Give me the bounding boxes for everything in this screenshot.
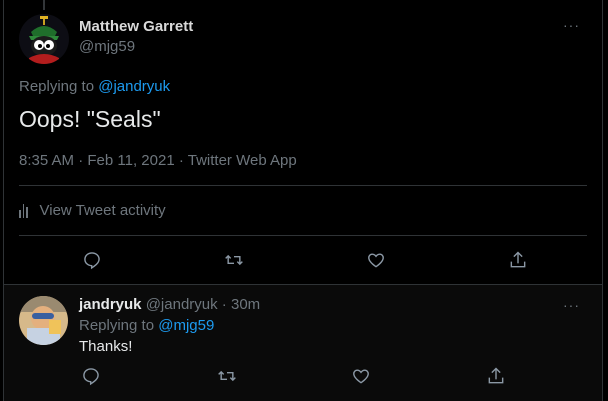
- retweet-button[interactable]: [222, 248, 246, 272]
- tweet-date[interactable]: Feb 11, 2021: [87, 152, 174, 169]
- tweet-meta: 8:35 AM · Feb 11, 2021 · Twitter Web App: [19, 152, 297, 169]
- view-tweet-activity[interactable]: View Tweet activity: [19, 202, 166, 219]
- avatar[interactable]: [19, 14, 69, 64]
- reply-author-line: jandryuk @jandryuk · 30m: [79, 296, 260, 313]
- like-icon: [353, 369, 369, 384]
- meta-separator: ·: [174, 152, 188, 169]
- reply-icon: [83, 368, 99, 386]
- divider: [19, 185, 587, 186]
- like-icon: [368, 253, 384, 268]
- retweet-button[interactable]: [215, 364, 239, 388]
- retweet-icon: [225, 254, 243, 266]
- replying-to-link[interactable]: @jandryuk: [98, 78, 170, 95]
- reply-button[interactable]: [80, 248, 104, 272]
- tweet-text: Oops! "Seals": [19, 106, 161, 132]
- author-name[interactable]: Matthew Garrett: [79, 18, 193, 35]
- tweet-time[interactable]: 8:35 AM: [19, 152, 74, 169]
- divider: [19, 235, 587, 236]
- marvin-avatar-image: [19, 14, 69, 64]
- jandryuk-avatar-image: [19, 296, 68, 345]
- meta-separator: ·: [74, 152, 88, 169]
- reply-author-handle[interactable]: @jandryuk: [146, 296, 218, 313]
- share-button[interactable]: [484, 364, 508, 388]
- replying-prefix: Replying to: [79, 317, 159, 334]
- reply-icon: [84, 252, 100, 270]
- tweet-source[interactable]: Twitter Web App: [188, 152, 297, 169]
- meta-separator: ·: [217, 296, 231, 313]
- replying-to-line: Replying to @jandryuk: [19, 78, 170, 95]
- thread-connector-line: [43, 0, 45, 10]
- reply-author-name[interactable]: jandryuk: [79, 296, 142, 313]
- reply-button[interactable]: [79, 364, 103, 388]
- share-icon: [488, 367, 504, 384]
- reply-text: Thanks!: [79, 338, 133, 355]
- more-icon[interactable]: ···: [563, 18, 580, 32]
- replying-to-link[interactable]: @mjg59: [158, 317, 214, 334]
- share-button[interactable]: [506, 248, 530, 272]
- tweet-thread: Matthew Garrett @mjg59 ··· Replying to @…: [3, 0, 603, 401]
- view-tweet-activity-label: View Tweet activity: [39, 202, 166, 219]
- like-button[interactable]: [364, 248, 388, 272]
- replying-prefix: Replying to: [19, 78, 99, 95]
- share-icon: [510, 251, 526, 268]
- avatar[interactable]: [19, 296, 68, 345]
- like-button[interactable]: [349, 364, 373, 388]
- retweet-icon: [218, 370, 236, 382]
- more-icon[interactable]: ···: [563, 298, 580, 312]
- reply-tweet[interactable]: jandryuk @jandryuk · 30m ··· Replying to…: [4, 285, 602, 401]
- replying-to-line: Replying to @mjg59: [79, 317, 214, 334]
- bar-chart-icon: [19, 203, 28, 218]
- author-handle[interactable]: @mjg59: [79, 38, 135, 55]
- reply-age[interactable]: 30m: [231, 296, 260, 313]
